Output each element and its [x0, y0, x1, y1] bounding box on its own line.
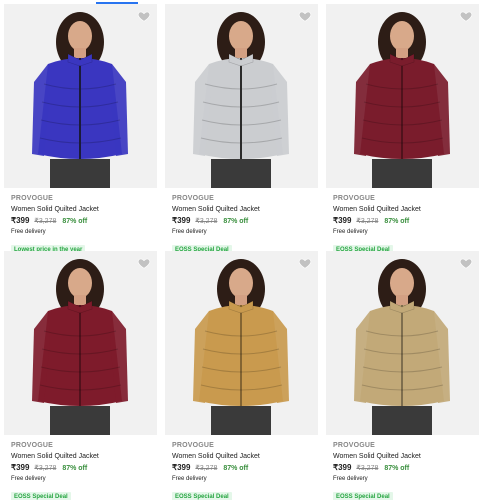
- product-price: ₹399: [11, 216, 30, 225]
- product-image[interactable]: [4, 251, 157, 435]
- delivery-info: Free delivery: [11, 476, 46, 482]
- product-card[interactable]: PROVOGUE Women Solid Quilted Jacket ₹399…: [165, 4, 318, 256]
- heart-icon[interactable]: [298, 256, 312, 270]
- product-mrp: ₹3,278: [195, 465, 218, 472]
- price-row: ₹399 ₹3,278 87% off: [172, 462, 312, 474]
- deal-badge: EOSS Special Deal: [11, 492, 71, 500]
- heart-icon[interactable]: [137, 256, 151, 270]
- product-discount: 87% off: [62, 465, 88, 472]
- delivery-info: Free delivery: [333, 476, 368, 482]
- product-image-drawing: [4, 4, 157, 188]
- product-discount: 87% off: [223, 218, 249, 225]
- product-info: PROVOGUE Women Solid Quilted Jacket ₹399…: [326, 435, 479, 500]
- product-discount: 87% off: [384, 465, 410, 472]
- product-mrp: ₹3,278: [195, 218, 218, 225]
- product-mrp: ₹3,278: [34, 218, 57, 225]
- heart-icon[interactable]: [459, 256, 473, 270]
- price-row: ₹399 ₹3,278 87% off: [11, 215, 151, 227]
- product-image[interactable]: [326, 251, 479, 435]
- product-title[interactable]: Women Solid Quilted Jacket: [333, 451, 473, 462]
- heart-icon[interactable]: [137, 9, 151, 23]
- product-info: PROVOGUE Women Solid Quilted Jacket ₹399…: [326, 188, 479, 256]
- product-image-drawing: [326, 4, 479, 188]
- heart-icon[interactable]: [298, 9, 312, 23]
- product-mrp: ₹3,278: [356, 465, 379, 472]
- product-card[interactable]: PROVOGUE Women Solid Quilted Jacket ₹399…: [4, 4, 157, 256]
- product-price: ₹399: [333, 216, 352, 225]
- product-image[interactable]: [165, 251, 318, 435]
- product-price: ₹399: [333, 463, 352, 472]
- product-card[interactable]: PROVOGUE Women Solid Quilted Jacket ₹399…: [165, 251, 318, 500]
- delivery-info: Free delivery: [333, 229, 368, 235]
- product-image[interactable]: [326, 4, 479, 188]
- product-discount: 87% off: [62, 218, 88, 225]
- product-title[interactable]: Women Solid Quilted Jacket: [172, 451, 312, 462]
- product-title[interactable]: Women Solid Quilted Jacket: [11, 451, 151, 462]
- price-row: ₹399 ₹3,278 87% off: [333, 462, 473, 474]
- product-brand: PROVOGUE: [172, 442, 215, 449]
- product-image-drawing: [326, 251, 479, 435]
- product-discount: 87% off: [384, 218, 410, 225]
- product-title[interactable]: Women Solid Quilted Jacket: [333, 204, 473, 215]
- heart-icon[interactable]: [459, 9, 473, 23]
- product-image-drawing: [165, 4, 318, 188]
- product-price: ₹399: [11, 463, 30, 472]
- product-price: ₹399: [172, 216, 191, 225]
- product-title[interactable]: Women Solid Quilted Jacket: [172, 204, 312, 215]
- product-brand: PROVOGUE: [11, 442, 54, 449]
- product-image-drawing: [4, 251, 157, 435]
- product-price: ₹399: [172, 463, 191, 472]
- product-brand: PROVOGUE: [333, 442, 376, 449]
- product-image-drawing: [165, 251, 318, 435]
- price-row: ₹399 ₹3,278 87% off: [333, 215, 473, 227]
- price-row: ₹399 ₹3,278 87% off: [172, 215, 312, 227]
- product-card[interactable]: PROVOGUE Women Solid Quilted Jacket ₹399…: [4, 251, 157, 500]
- deal-badge: EOSS Special Deal: [333, 492, 393, 500]
- product-brand: PROVOGUE: [333, 195, 376, 202]
- product-image[interactable]: [165, 4, 318, 188]
- product-info: PROVOGUE Women Solid Quilted Jacket ₹399…: [165, 188, 318, 256]
- product-card[interactable]: PROVOGUE Women Solid Quilted Jacket ₹399…: [326, 251, 479, 500]
- product-info: PROVOGUE Women Solid Quilted Jacket ₹399…: [4, 188, 157, 256]
- product-brand: PROVOGUE: [11, 195, 54, 202]
- delivery-info: Free delivery: [172, 476, 207, 482]
- product-title[interactable]: Women Solid Quilted Jacket: [11, 204, 151, 215]
- product-info: PROVOGUE Women Solid Quilted Jacket ₹399…: [165, 435, 318, 500]
- product-discount: 87% off: [223, 465, 249, 472]
- product-grid: PROVOGUE Women Solid Quilted Jacket ₹399…: [4, 4, 480, 500]
- product-mrp: ₹3,278: [356, 218, 379, 225]
- delivery-info: Free delivery: [172, 229, 207, 235]
- product-brand: PROVOGUE: [172, 195, 215, 202]
- product-mrp: ₹3,278: [34, 465, 57, 472]
- delivery-info: Free delivery: [11, 229, 46, 235]
- product-image[interactable]: [4, 4, 157, 188]
- deal-badge: EOSS Special Deal: [172, 492, 232, 500]
- price-row: ₹399 ₹3,278 87% off: [11, 462, 151, 474]
- product-card[interactable]: PROVOGUE Women Solid Quilted Jacket ₹399…: [326, 4, 479, 256]
- product-info: PROVOGUE Women Solid Quilted Jacket ₹399…: [4, 435, 157, 500]
